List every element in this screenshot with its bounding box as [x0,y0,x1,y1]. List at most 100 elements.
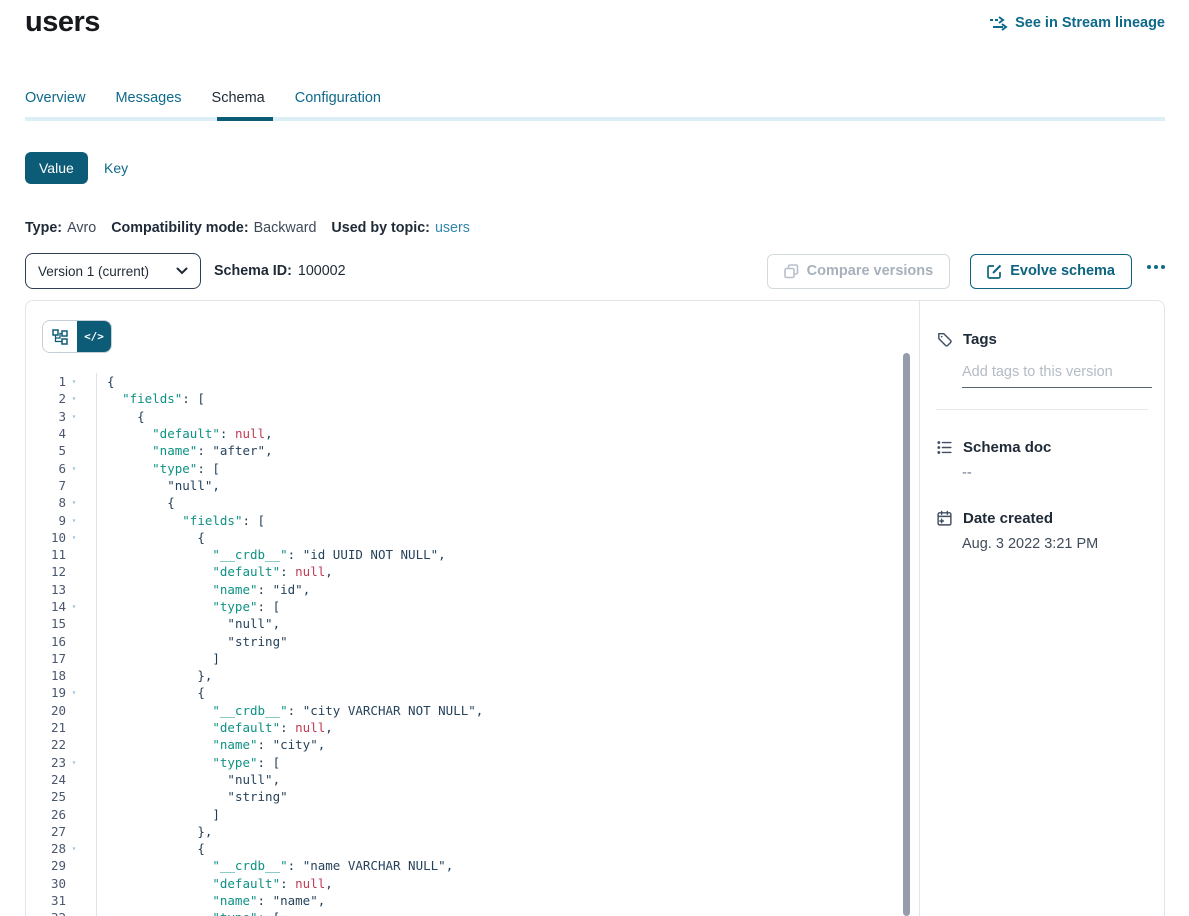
more-options-button[interactable] [1147,265,1165,269]
line-number: 6 [26,461,66,476]
code-text: { [96,494,175,511]
line-number: 8 [26,495,66,510]
editor-view-toggle: </> [42,320,112,353]
schema-code-editor[interactable]: </> 1▾{2▾ "fields": [3▾ {4 "default": nu… [26,301,919,916]
code-line: 22 "name": "city", [26,736,899,753]
code-line: 4 "default": null, [26,425,899,442]
tab-schema[interactable]: Schema [212,90,265,106]
compare-versions-label: Compare versions [807,263,934,279]
line-number: 29 [26,858,66,873]
tab-overview[interactable]: Overview [25,90,85,106]
tags-section-header: Tags [936,331,1148,348]
used-by-topic-link[interactable]: users [435,220,470,236]
tree-view-button[interactable] [43,321,77,352]
evolve-schema-button[interactable]: Evolve schema [970,254,1132,289]
line-number: 11 [26,547,66,562]
code-line: 13 "name": "id", [26,581,899,598]
code-text: }, [96,667,212,684]
fold-toggle-icon[interactable]: ▾ [66,533,82,542]
code-text: "default": null, [96,875,333,892]
fold-toggle-icon[interactable]: ▾ [66,844,82,853]
tab-configuration[interactable]: Configuration [295,90,381,106]
compare-versions-button[interactable]: Compare versions [767,254,951,289]
code-text: "null", [96,771,280,788]
code-line: 1▾{ [26,373,899,390]
code-line: 3▾ { [26,408,899,425]
bulleted-list-icon [936,439,953,456]
meta-compatibility-value: Backward [254,220,317,236]
editor-vertical-scrollbar[interactable] [903,353,910,916]
fold-toggle-icon[interactable]: ▾ [66,516,82,525]
stream-lineage-label: See in Stream lineage [1015,15,1165,31]
fold-toggle-icon[interactable]: ▾ [66,758,82,767]
code-line: 25 "string" [26,788,899,805]
code-line: 12 "default": null, [26,563,899,580]
code-text: "name": "after", [96,442,273,459]
schema-info-sidebar: Tags Schema doc -- [919,301,1164,916]
version-dropdown-value: Version 1 (current) [38,264,149,279]
tab-underline-track [25,117,1165,121]
line-number: 13 [26,582,66,597]
code-line: 26 ] [26,805,899,822]
schema-doc-section: Schema doc -- [936,439,1148,481]
fold-toggle-icon[interactable]: ▾ [66,412,82,421]
code-line: 24 "null", [26,771,899,788]
line-number: 12 [26,564,66,579]
value-toggle-button[interactable]: Value [25,152,88,184]
line-number: 27 [26,824,66,839]
meta-type-value: Avro [67,220,96,236]
code-text: "type": [ [96,909,280,916]
code-text: "default": null, [96,563,333,580]
fold-toggle-icon[interactable]: ▾ [66,377,82,386]
calendar-plus-icon [936,510,953,527]
tab-bar: Overview Messages Schema Configuration [25,90,381,106]
copy-icon [784,264,799,279]
line-number: 21 [26,720,66,735]
line-number: 24 [26,772,66,787]
code-text: "type": [ [96,754,280,771]
code-line: 15 "null", [26,615,899,632]
add-tags-input[interactable] [962,364,1152,388]
line-number: 19 [26,685,66,700]
code-text: "null", [96,477,220,494]
line-number: 16 [26,634,66,649]
fold-toggle-icon[interactable]: ▾ [66,464,82,473]
code-text: "name": "name", [96,892,325,909]
code-line: 30 "default": null, [26,875,899,892]
code-text: { [96,408,145,425]
line-number: 26 [26,807,66,822]
code-text: { [96,373,115,390]
date-created-value: Aug. 3 2022 3:21 PM [962,536,1148,552]
code-line: 28▾ { [26,840,899,857]
code-text: "fields": [ [96,390,205,407]
code-text: "string" [96,788,288,805]
version-dropdown[interactable]: Version 1 (current) [25,253,201,289]
schema-doc-header: Schema doc [936,439,1148,456]
tree-view-icon [52,329,68,345]
tab-messages[interactable]: Messages [115,90,181,106]
fold-toggle-icon[interactable]: ▾ [66,394,82,403]
code-text: { [96,684,205,701]
date-created-section: Date created Aug. 3 2022 3:21 PM [936,510,1148,552]
code-line: 29 "__crdb__": "name VARCHAR NULL", [26,857,899,874]
code-text: "default": null, [96,425,273,442]
stream-lineage-link[interactable]: See in Stream lineage [989,15,1165,31]
fold-toggle-icon[interactable]: ▾ [66,688,82,697]
fold-toggle-icon[interactable]: ▾ [66,602,82,611]
version-toolbar: Version 1 (current) Schema ID: 100002 Co… [25,253,1165,289]
code-line: 27 }, [26,823,899,840]
code-text: { [96,529,205,546]
line-number: 4 [26,426,66,441]
line-number: 9 [26,513,66,528]
schema-page: users See in Stream lineage Overview Mes… [0,0,1189,916]
fold-toggle-icon[interactable]: ▾ [66,498,82,507]
schema-id: Schema ID: 100002 [214,263,346,279]
code-text: "default": null, [96,719,333,736]
code-view-icon: </> [84,330,104,343]
date-created-header: Date created [936,510,1148,527]
code-view-button[interactable]: </> [77,321,111,352]
code-line: 21 "default": null, [26,719,899,736]
tag-icon [936,331,953,348]
schema-meta-row: Type: Avro Compatibility mode: Backward … [25,220,470,236]
key-toggle-button[interactable]: Key [104,160,128,176]
